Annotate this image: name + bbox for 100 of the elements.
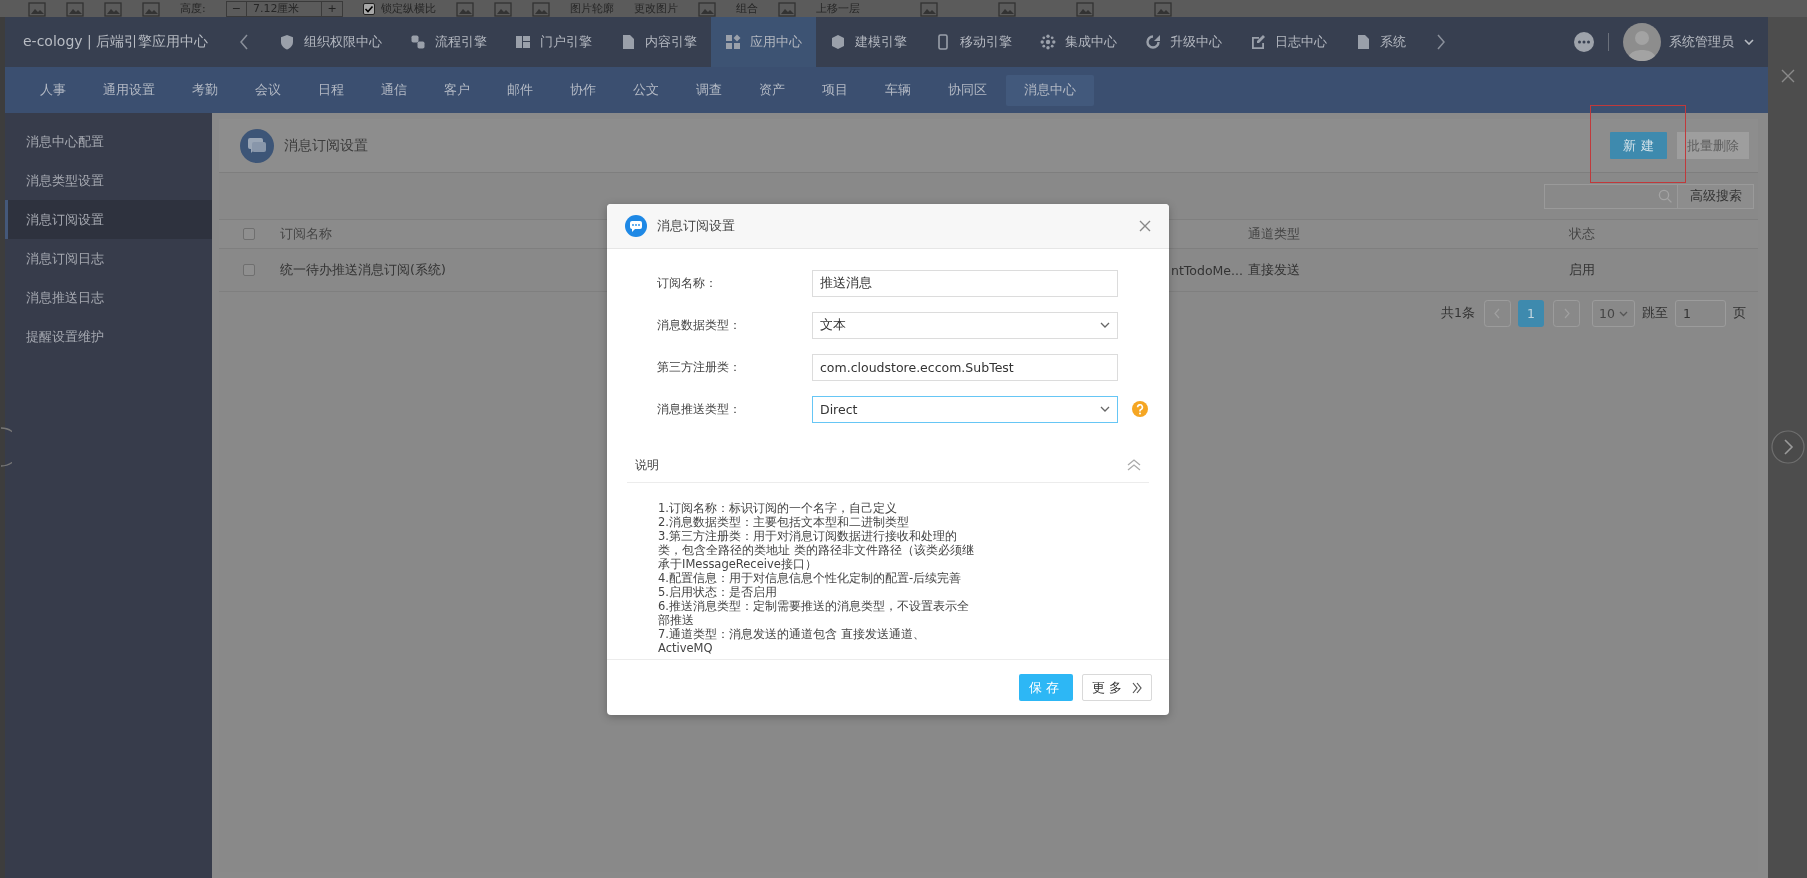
checkbox[interactable] xyxy=(243,228,255,240)
image-icon[interactable] xyxy=(66,0,84,17)
chat-icon xyxy=(240,128,274,163)
image-icon[interactable] xyxy=(455,0,474,17)
module-tab[interactable]: 公文 xyxy=(615,74,677,106)
checkbox[interactable] xyxy=(362,2,375,15)
sidebar-item[interactable]: 提醒设置维护 xyxy=(5,317,212,356)
input-field[interactable]: 推送消息 xyxy=(812,269,1118,297)
increment-button[interactable]: + xyxy=(322,1,342,16)
column-header: 状态 xyxy=(1569,225,1595,243)
more-icon[interactable] xyxy=(1574,32,1594,52)
total-count: 共1条 xyxy=(1441,305,1475,322)
module-tab[interactable]: 项目 xyxy=(804,74,866,106)
nav-tab-label: 应用中心 xyxy=(750,33,802,51)
nav-tab[interactable]: 建模引擎 xyxy=(816,17,921,67)
help-icon[interactable] xyxy=(1132,401,1148,417)
description-text: 6.推送消息类型：定制需要推送的消息类型，不设置表示全部推送 xyxy=(658,599,970,627)
description-text: 1.订阅名称：标识订阅的一个名字，自己定义 xyxy=(658,501,898,515)
nav-tab-label: 内容引擎 xyxy=(645,33,697,51)
advanced-search-button[interactable]: 高级搜索 xyxy=(1678,183,1754,209)
image-icon[interactable] xyxy=(142,0,160,17)
nav-tab-label: 移动引擎 xyxy=(960,33,1012,51)
decrement-button[interactable]: − xyxy=(226,1,246,16)
table-cell: ntTodoMe... xyxy=(1171,262,1243,278)
nav-tab[interactable]: 日志中心 xyxy=(1236,17,1341,67)
table-cell: 直接发送 xyxy=(1248,261,1300,279)
next-button[interactable] xyxy=(1770,430,1805,464)
save-button[interactable]: 保存 xyxy=(1019,674,1073,701)
description-text: 3.第三方注册类：用于对消息订阅数据进行接收和处理的类，包含全路径的类地址 类的路径非文件路径（该类必须继承于IMessageReceive接口） xyxy=(658,529,975,571)
column-header: 通道类型 xyxy=(1248,225,1300,243)
nav-tab-label: 升级中心 xyxy=(1170,33,1222,51)
close-icon[interactable] xyxy=(1780,69,1795,83)
module-tab[interactable]: 协同区 xyxy=(930,74,1005,106)
snowflake-icon xyxy=(1040,34,1056,50)
user-name[interactable]: 系统管理员 xyxy=(1669,33,1734,51)
description-text: 7.通道类型：消息发送的通道包含 直接发送通道、ActiveMQ xyxy=(658,627,926,655)
module-tab[interactable]: 日程 xyxy=(300,74,362,106)
module-tab[interactable]: 协作 xyxy=(552,74,614,106)
search-field[interactable] xyxy=(1544,183,1678,209)
select-field[interactable]: 文本 xyxy=(812,311,1118,339)
image-icon[interactable] xyxy=(28,0,46,17)
module-tab[interactable]: 客户 xyxy=(426,74,488,106)
module-tab[interactable]: 资产 xyxy=(741,74,803,106)
input-field[interactable]: com.cloudstore.eccom.SubTest xyxy=(812,353,1118,381)
image-icon[interactable] xyxy=(104,0,122,17)
image-icon[interactable] xyxy=(531,0,550,17)
more-button[interactable]: 更多 xyxy=(1082,674,1152,701)
checkbox[interactable] xyxy=(243,264,255,276)
nav-tab-label: 门户引擎 xyxy=(540,33,592,51)
nav-tab[interactable]: 应用中心 xyxy=(711,17,816,67)
collapse-icon[interactable] xyxy=(1127,459,1141,471)
select-field[interactable]: Direct xyxy=(812,395,1118,423)
module-tab[interactable]: 通用设置 xyxy=(85,74,173,106)
chevron-left-icon[interactable] xyxy=(239,34,249,50)
image-icon[interactable] xyxy=(777,0,796,17)
page-unit-label: 页 xyxy=(1733,305,1746,322)
avatar[interactable] xyxy=(1623,23,1661,61)
close-icon[interactable] xyxy=(1139,220,1151,232)
nav-tab[interactable]: 系统 xyxy=(1341,17,1420,67)
caret-icon[interactable] xyxy=(1744,39,1754,45)
nav-tab[interactable]: 组织权限中心 xyxy=(265,17,396,67)
sidebar-item[interactable]: 消息类型设置 xyxy=(5,161,212,200)
sidebar-item[interactable]: 消息订阅日志 xyxy=(5,239,212,278)
new-button[interactable]: 新建 xyxy=(1610,132,1667,159)
module-tab[interactable]: 消息中心 xyxy=(1006,74,1094,106)
image-icon[interactable] xyxy=(919,0,938,17)
page-button[interactable]: 1 xyxy=(1518,300,1544,327)
module-tab[interactable]: 邮件 xyxy=(489,74,551,106)
image-icon[interactable] xyxy=(493,0,512,17)
description-text: 2.消息数据类型：主要包括文本型和二进制类型 xyxy=(658,515,910,529)
chevron-right-icon[interactable] xyxy=(1436,34,1446,50)
module-tab[interactable]: 人事 xyxy=(22,74,84,106)
module-tab[interactable]: 会议 xyxy=(237,74,299,106)
field-label: 消息推送类型： xyxy=(657,400,742,418)
module-tab[interactable]: 车辆 xyxy=(867,74,929,106)
image-icon[interactable] xyxy=(1075,0,1094,17)
nav-tab[interactable]: 集成中心 xyxy=(1026,17,1131,67)
nav-tab[interactable]: 门户引擎 xyxy=(501,17,606,67)
nav-tab[interactable]: 内容引擎 xyxy=(606,17,711,67)
page-size-select[interactable]: 10 xyxy=(1592,300,1635,327)
description-text: 5.启用状态：是否启用 xyxy=(658,585,778,599)
nav-tab[interactable]: 升级中心 xyxy=(1131,17,1236,67)
sidebar-item[interactable]: 消息推送日志 xyxy=(5,278,212,317)
nav-tab[interactable]: 移动引擎 xyxy=(921,17,1026,67)
image-icon[interactable] xyxy=(697,0,716,17)
sidebar-item[interactable]: 消息订阅设置 xyxy=(5,200,212,239)
cube-icon xyxy=(830,34,846,50)
sidebar-item[interactable]: 消息中心配置 xyxy=(5,122,212,161)
module-tab[interactable]: 调查 xyxy=(678,74,740,106)
field-label: 消息数据类型： xyxy=(657,316,742,334)
image-icon[interactable] xyxy=(1153,0,1172,17)
nav-tab[interactable]: 流程引擎 xyxy=(396,17,501,67)
circle-button[interactable] xyxy=(0,427,12,467)
search-icon xyxy=(1658,189,1672,203)
page-input[interactable]: 1 xyxy=(1675,300,1726,327)
table-cell: 启用 xyxy=(1569,261,1595,279)
module-tab[interactable]: 考勤 xyxy=(174,74,236,106)
double-chevron-icon xyxy=(1132,681,1142,694)
image-icon[interactable] xyxy=(997,0,1016,17)
module-tab[interactable]: 通信 xyxy=(363,74,425,106)
